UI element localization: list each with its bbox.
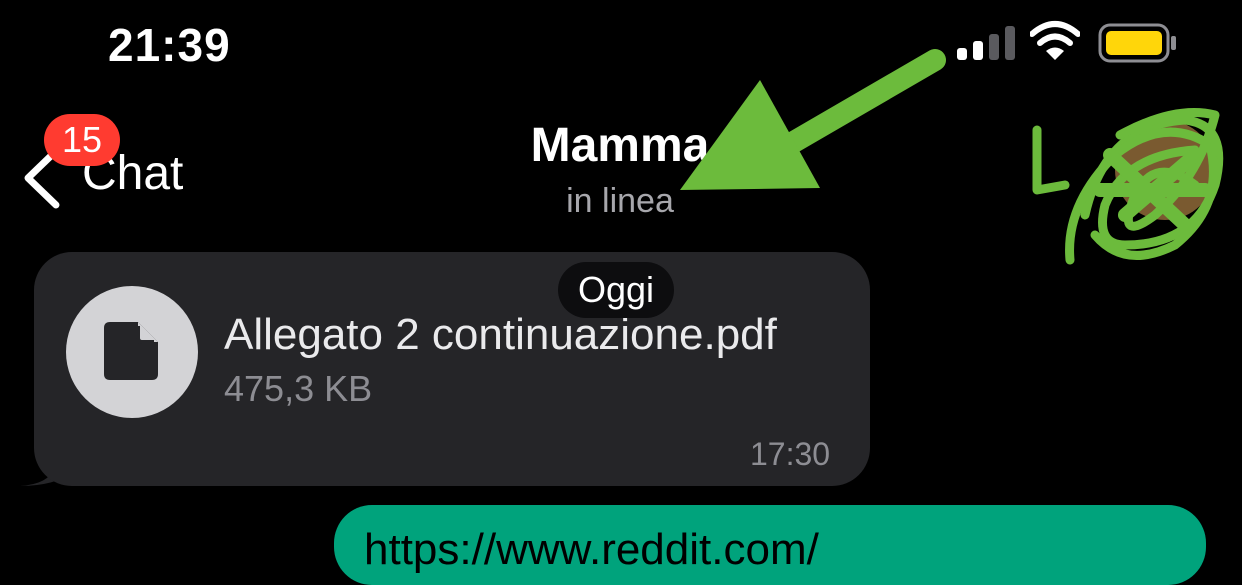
date-separator: Oggi [558, 262, 675, 318]
avatar[interactable] [1025, 95, 1235, 280]
attachment-file-size: 475,3 KB [224, 368, 373, 409]
attachment-file-name[interactable]: Allegato 2 continuazione.pdf [224, 310, 777, 360]
document-icon [104, 322, 158, 380]
status-time: 21:39 [108, 19, 231, 71]
annotation-arrow [680, 49, 946, 190]
outgoing-message-text[interactable]: https://www.reddit.com/ [364, 525, 819, 575]
battery-icon [1098, 23, 1176, 63]
wifi-icon [1030, 21, 1080, 60]
outgoing-message-bubble[interactable]: https://www.reddit.com/ [334, 505, 1206, 585]
cellular-signal-icon [957, 26, 1015, 60]
unread-count-badge: 15 [44, 114, 120, 166]
message-timestamp: 17:30 [750, 436, 831, 472]
